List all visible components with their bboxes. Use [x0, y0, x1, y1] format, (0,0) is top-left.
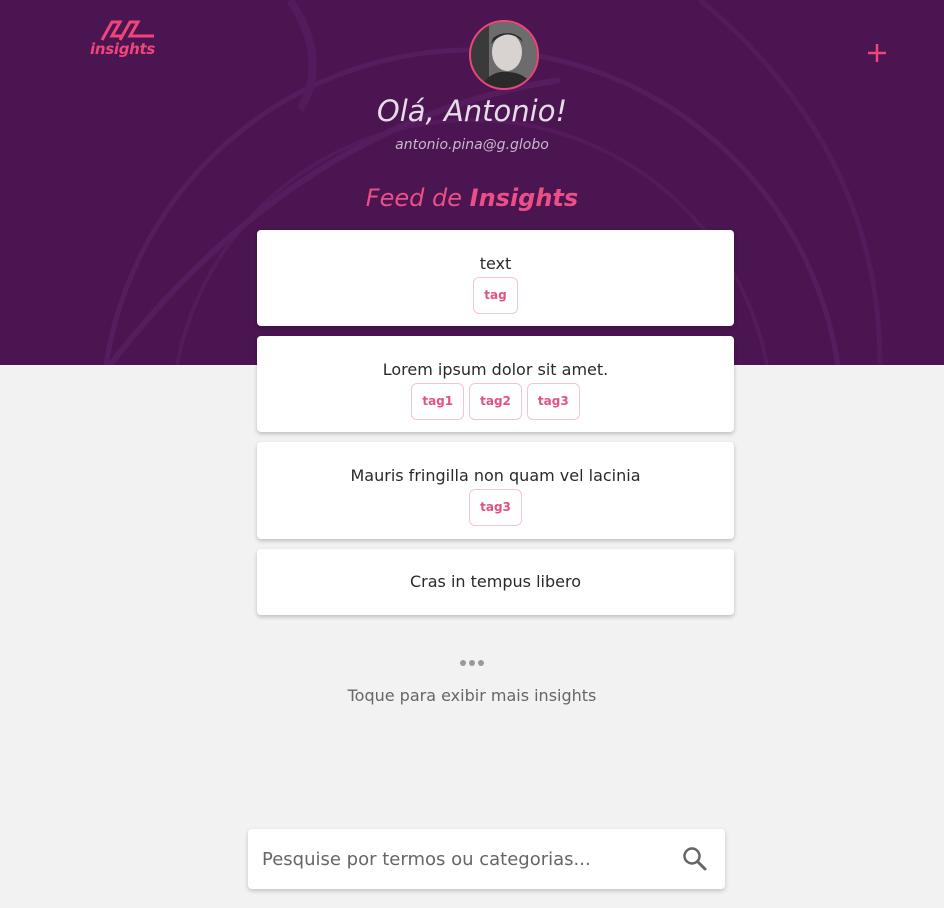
logo-text: insights — [90, 40, 156, 58]
tag-chip[interactable]: tag2 — [469, 383, 522, 420]
user-photo — [471, 22, 537, 88]
insight-text: text — [479, 254, 512, 273]
greeting: Olá, Antonio! — [376, 94, 568, 128]
tag-chip[interactable]: tag1 — [411, 383, 465, 420]
user-email: antonio.pina@g.globo — [395, 137, 549, 153]
feed-title-bold: Insights — [469, 184, 579, 212]
tag-chip[interactable]: tag — [473, 277, 518, 314]
avatar[interactable] — [469, 20, 539, 90]
insight-card[interactable]: Cras in tempus libero — [257, 549, 734, 615]
tag-list: tag — [257, 277, 734, 314]
add-insight-button[interactable] — [862, 38, 892, 68]
load-more-label: Toque para exibir mais insights — [347, 686, 597, 705]
search-input[interactable] — [262, 829, 662, 889]
insight-card[interactable]: Lorem ipsum dolor sit amet. tag1 tag2 ta… — [257, 336, 734, 432]
search-bar — [248, 829, 725, 889]
app-logo[interactable]: insights — [88, 18, 160, 62]
insights-logo-icon — [100, 20, 154, 41]
load-more-button[interactable]: Toque para exibir mais insights — [0, 656, 944, 705]
search-icon[interactable] — [682, 846, 708, 872]
tag-chip[interactable]: tag3 — [469, 489, 522, 526]
insight-text: Lorem ipsum dolor sit amet. — [382, 360, 609, 379]
tag-list: tag1 tag2 tag3 — [257, 383, 734, 420]
insight-text: Mauris fringilla non quam vel lacinia — [350, 466, 641, 485]
tag-list: tag3 — [257, 489, 734, 526]
page-title: Feed de Insights — [0, 184, 944, 212]
feed-title-prefix: Feed de — [365, 184, 462, 212]
insight-card[interactable]: Mauris fringilla non quam vel lacinia ta… — [257, 442, 734, 539]
ellipsis-icon — [0, 656, 944, 670]
insight-text: Cras in tempus libero — [410, 572, 581, 591]
plus-icon — [868, 44, 886, 62]
tag-chip[interactable]: tag3 — [526, 383, 580, 420]
insight-card[interactable]: text tag — [257, 230, 734, 326]
